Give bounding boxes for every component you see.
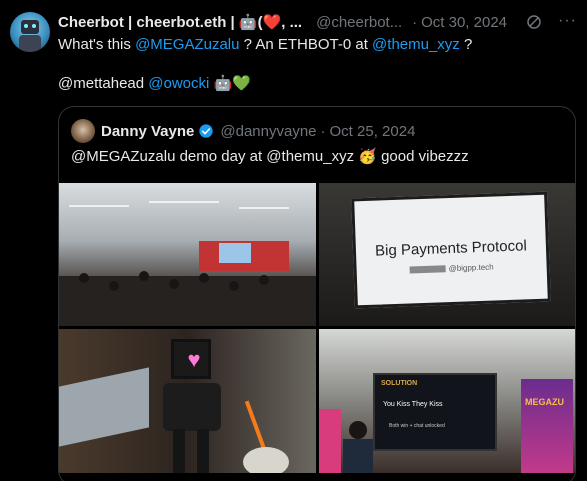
author-handle[interactable]: @cheerbot... — [316, 14, 404, 31]
more-icon[interactable]: ··· — [558, 12, 577, 30]
separator-dot: · — [320, 122, 326, 140]
screen-text: You Kiss They Kiss — [383, 401, 443, 408]
mention-link-megazuzalu[interactable]: @MEGAZuzalu — [135, 36, 239, 53]
photo-solution-screen[interactable]: SOLUTION You Kiss They Kiss Both win + c… — [319, 329, 575, 473]
quote-header: Danny Vayne @dannyvayne · Oct 25, 2024 — [101, 121, 415, 141]
screen-subtext: Both win + chat unlocked — [389, 423, 445, 429]
quote-author-name[interactable]: Danny Vayne — [101, 123, 194, 140]
tweet-text-line2: @mettahead @owocki 🤖💚 — [58, 74, 251, 94]
verified-badge-icon — [199, 124, 214, 138]
robot-display: ♥ — [171, 339, 211, 379]
quote-author-handle[interactable]: @dannyvayne — [220, 123, 316, 140]
heart-icon: ♥ — [187, 347, 201, 372]
tweet-date[interactable]: Oct 30, 2024 — [421, 14, 507, 31]
photo-demo-day-room[interactable] — [59, 183, 316, 326]
solution-screen: SOLUTION You Kiss They Kiss Both win + c… — [373, 373, 497, 451]
tweet-text-segment: What's this — [58, 36, 136, 53]
media-grid: Big Payments Protocol @bigpp.tech ♥ SOLU… — [59, 183, 575, 473]
quote-author-avatar[interactable] — [71, 119, 95, 143]
tweet-text-segment: ? An ETHBOT-0 at — [239, 36, 373, 53]
screen-title: SOLUTION — [381, 380, 418, 387]
mention-link-owocki[interactable]: @owocki — [148, 75, 209, 92]
quoted-tweet[interactable]: Danny Vayne @dannyvayne · Oct 25, 2024 @… — [58, 106, 576, 481]
tweet-text: What's this @MEGAZuzalu ? An ETHBOT-0 at… — [58, 35, 472, 55]
author-avatar[interactable] — [10, 12, 50, 52]
separator-dot: · — [412, 13, 418, 31]
mention-link-themu[interactable]: @themu_xyz — [372, 36, 460, 53]
presentation-slide: Big Payments Protocol @bigpp.tech — [351, 191, 551, 309]
mention-text-mettahead: @mettahead — [58, 75, 149, 92]
megazu-banner: MEGAZU — [521, 379, 573, 473]
grok-icon[interactable] — [525, 13, 543, 31]
slide-title: Big Payments Protocol — [374, 237, 528, 260]
tweet-text-segment: ? — [459, 36, 473, 53]
photo-slide-screen[interactable]: Big Payments Protocol @bigpp.tech — [319, 183, 575, 326]
emoji-text: 🤖💚 — [209, 75, 251, 92]
author-name[interactable]: Cheerbot | cheerbot.eth | 🤖(❤️, ... — [58, 13, 302, 31]
quote-text: @MEGAZuzalu demo day at @themu_xyz 🥳 goo… — [71, 148, 469, 165]
banner-text: MEGAZU — [525, 397, 564, 407]
quote-date[interactable]: Oct 25, 2024 — [330, 123, 416, 140]
slide-subtitle: @bigpp.tech — [448, 262, 494, 274]
tweet-header: Cheerbot | cheerbot.eth | 🤖(❤️, ... @che… — [58, 12, 577, 32]
photo-robot[interactable]: ♥ — [59, 329, 316, 473]
